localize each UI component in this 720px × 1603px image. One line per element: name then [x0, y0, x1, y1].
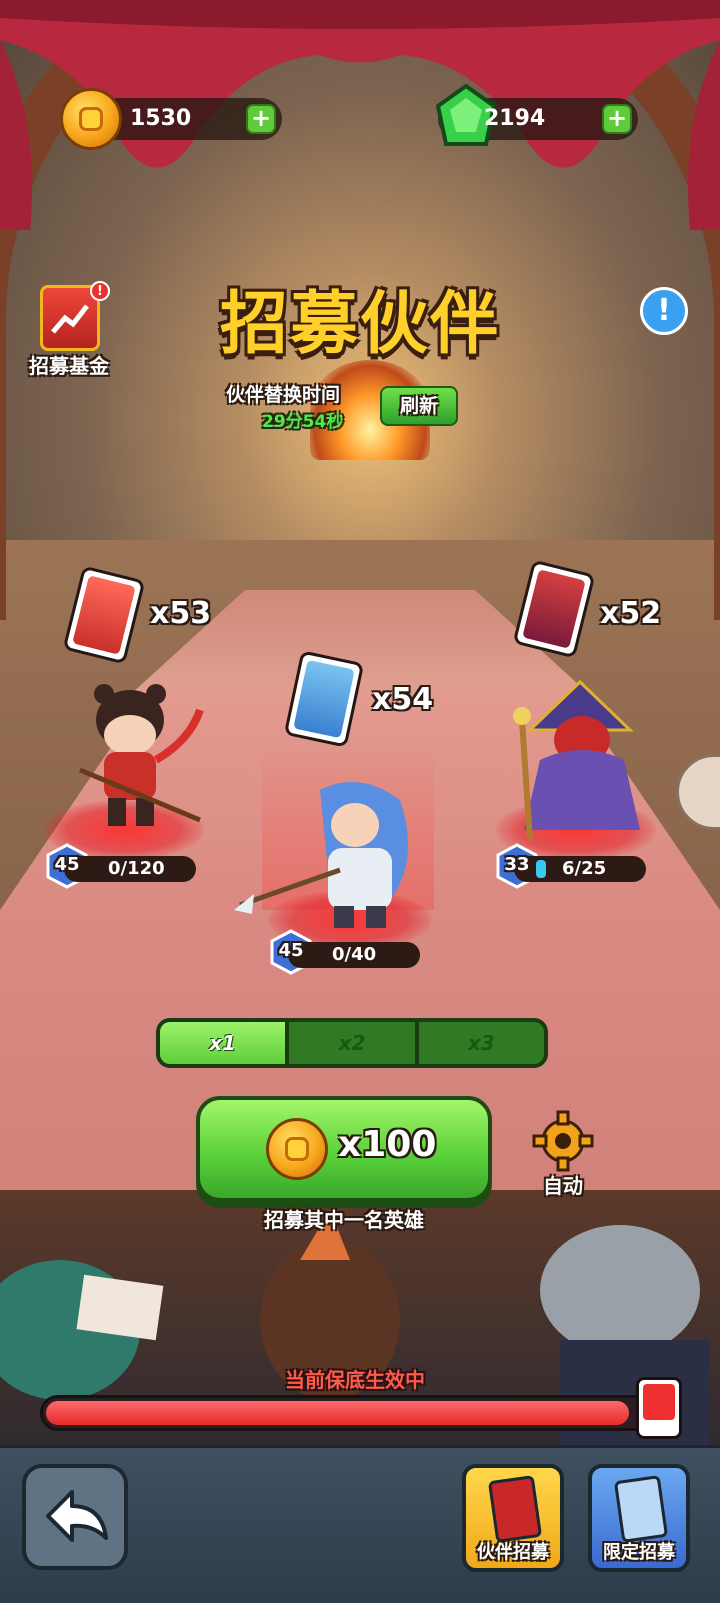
guarantee-progress-fill — [46, 1401, 630, 1425]
back-arrow-icon — [46, 1490, 108, 1542]
back-button[interactable] — [22, 1464, 128, 1570]
coin-icon — [60, 88, 122, 150]
info-button[interactable]: ! — [640, 287, 688, 335]
hero-red-warrior[interactable] — [60, 680, 210, 840]
tab-limited-recruit-label: 限定招募 — [603, 1542, 675, 1563]
tab-partner-recruit[interactable]: 伙伴招募 — [462, 1464, 564, 1572]
guarantee-reward-icon[interactable] — [636, 1377, 682, 1439]
coin-amount: 1530 — [130, 106, 192, 131]
hero-shard-progress-text: 0/120 — [108, 858, 165, 879]
hero-shard-progress-text: 6/25 — [562, 858, 607, 879]
hero-card-count: x53 — [150, 596, 212, 631]
add-gems-button[interactable]: + — [602, 104, 632, 134]
hero-blue-spearman[interactable] — [230, 770, 430, 940]
recruit-caption: 招募其中一名英雄 — [264, 1208, 424, 1232]
multiplier-x1[interactable]: x1 — [160, 1022, 286, 1064]
gem-counter: 2194 + — [435, 84, 638, 146]
hero-card-count: x52 — [600, 596, 662, 631]
hero-level: 45 — [54, 854, 80, 875]
partner-recruit-icon — [487, 1475, 543, 1543]
page-title: 招募伙伴 — [219, 285, 500, 364]
tab-partner-recruit-label: 伙伴招募 — [477, 1542, 549, 1563]
gem-amount: 2194 — [484, 106, 546, 131]
refresh-timer-label: 伙伴替换时间 — [226, 384, 341, 406]
multiplier-x3[interactable]: x3 — [419, 1022, 544, 1064]
limited-recruit-icon — [613, 1475, 669, 1543]
coin-counter: 1530 + — [60, 88, 282, 150]
recruit-cost: x100 — [338, 1124, 437, 1165]
guarantee-label: 当前保底生效中 — [285, 1368, 425, 1392]
add-coins-button[interactable]: + — [246, 104, 276, 134]
refresh-countdown: 29分54秒 — [262, 412, 344, 432]
recruit-button[interactable]: x100 — [196, 1096, 492, 1202]
tab-limited-recruit[interactable]: 限定招募 — [588, 1464, 690, 1572]
hero-card-count: x54 — [372, 682, 434, 717]
auto-label: 自动 — [543, 1174, 583, 1198]
coin-icon — [266, 1118, 328, 1180]
hero-shard-progress-text: 0/40 — [332, 944, 377, 965]
multiplier-selector: x1 x2 x3 — [156, 1018, 548, 1068]
auto-gear-icon[interactable] — [532, 1110, 594, 1172]
guarantee-progress-bar — [40, 1395, 680, 1431]
refresh-button[interactable]: 刷新 — [380, 386, 458, 426]
hero-level: 45 — [278, 940, 304, 961]
hero-level: 33 — [504, 854, 530, 875]
hero-red-mask-mage[interactable] — [500, 680, 660, 850]
multiplier-x2[interactable]: x2 — [289, 1022, 414, 1064]
